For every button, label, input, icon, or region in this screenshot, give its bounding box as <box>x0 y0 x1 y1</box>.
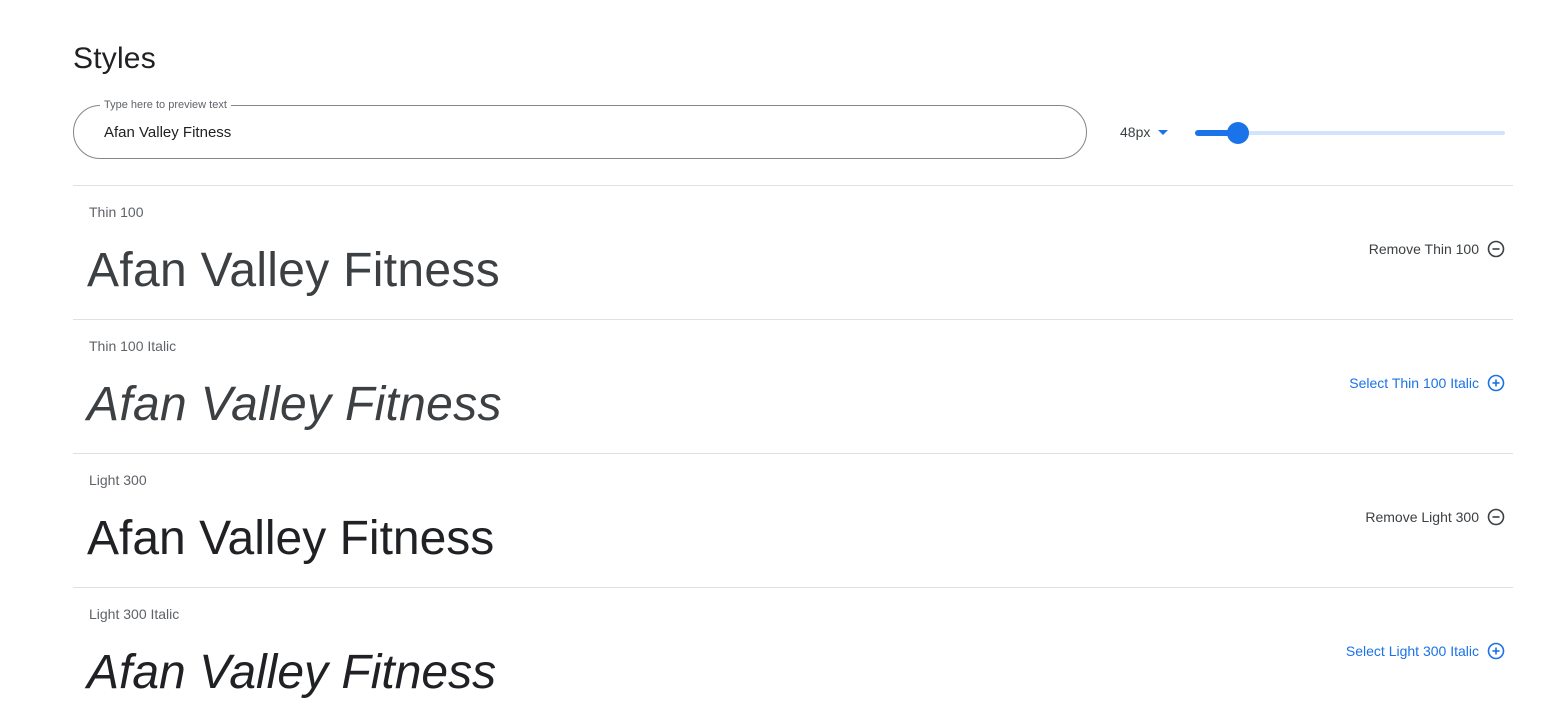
remove-thin-100-button[interactable]: Remove Thin 100 <box>1369 240 1505 258</box>
style-label: Light 300 <box>89 472 147 488</box>
action-label: Select Light 300 Italic <box>1345 643 1479 659</box>
font-size-slider[interactable] <box>1195 122 1505 144</box>
select-light-300-italic-button[interactable]: Select Light 300 Italic <box>1346 642 1505 660</box>
slider-thumb[interactable] <box>1227 122 1249 144</box>
style-sample-text: Afan Valley Fitness <box>87 646 497 699</box>
preview-text-field[interactable]: Type here to preview text <box>73 98 1087 159</box>
style-label: Thin 100 <box>89 204 144 220</box>
style-row-thin-100-italic: Thin 100 Italic Afan Valley Fitness Sele… <box>73 319 1513 453</box>
minus-circle-icon <box>1487 240 1505 258</box>
dropdown-arrow-icon <box>1158 129 1169 135</box>
section-title: Styles <box>73 42 156 75</box>
plus-circle-icon <box>1487 374 1505 392</box>
style-label: Light 300 Italic <box>89 606 180 622</box>
select-thin-100-italic-button[interactable]: Select Thin 100 Italic <box>1349 374 1505 392</box>
style-sample-text: Afan Valley Fitness <box>87 378 502 431</box>
style-row-light-300: Light 300 Afan Valley Fitness Remove Lig… <box>73 453 1513 587</box>
action-label: Select Thin 100 Italic <box>1349 375 1479 391</box>
style-label: Thin 100 Italic <box>89 338 177 354</box>
style-sample-text: Afan Valley Fitness <box>87 512 495 565</box>
style-list: Thin 100 Afan Valley Fitness Remove Thin… <box>73 185 1513 720</box>
font-size-dropdown[interactable]: 48px <box>1120 124 1169 140</box>
style-row-light-300-italic: Light 300 Italic Afan Valley Fitness Sel… <box>73 587 1513 720</box>
preview-text-input[interactable] <box>104 120 1004 144</box>
plus-circle-icon <box>1487 642 1505 660</box>
style-row-thin-100: Thin 100 Afan Valley Fitness Remove Thin… <box>73 185 1513 319</box>
font-styles-page: Styles Type here to preview text 48px Th… <box>0 0 1542 720</box>
preview-field-label: Type here to preview text <box>100 98 231 112</box>
font-size-value: 48px <box>1120 124 1151 140</box>
style-sample-text: Afan Valley Fitness <box>87 244 500 297</box>
minus-circle-icon <box>1487 508 1505 526</box>
action-label: Remove Light 300 <box>1365 509 1479 525</box>
remove-light-300-button[interactable]: Remove Light 300 <box>1365 508 1505 526</box>
action-label: Remove Thin 100 <box>1368 241 1479 257</box>
